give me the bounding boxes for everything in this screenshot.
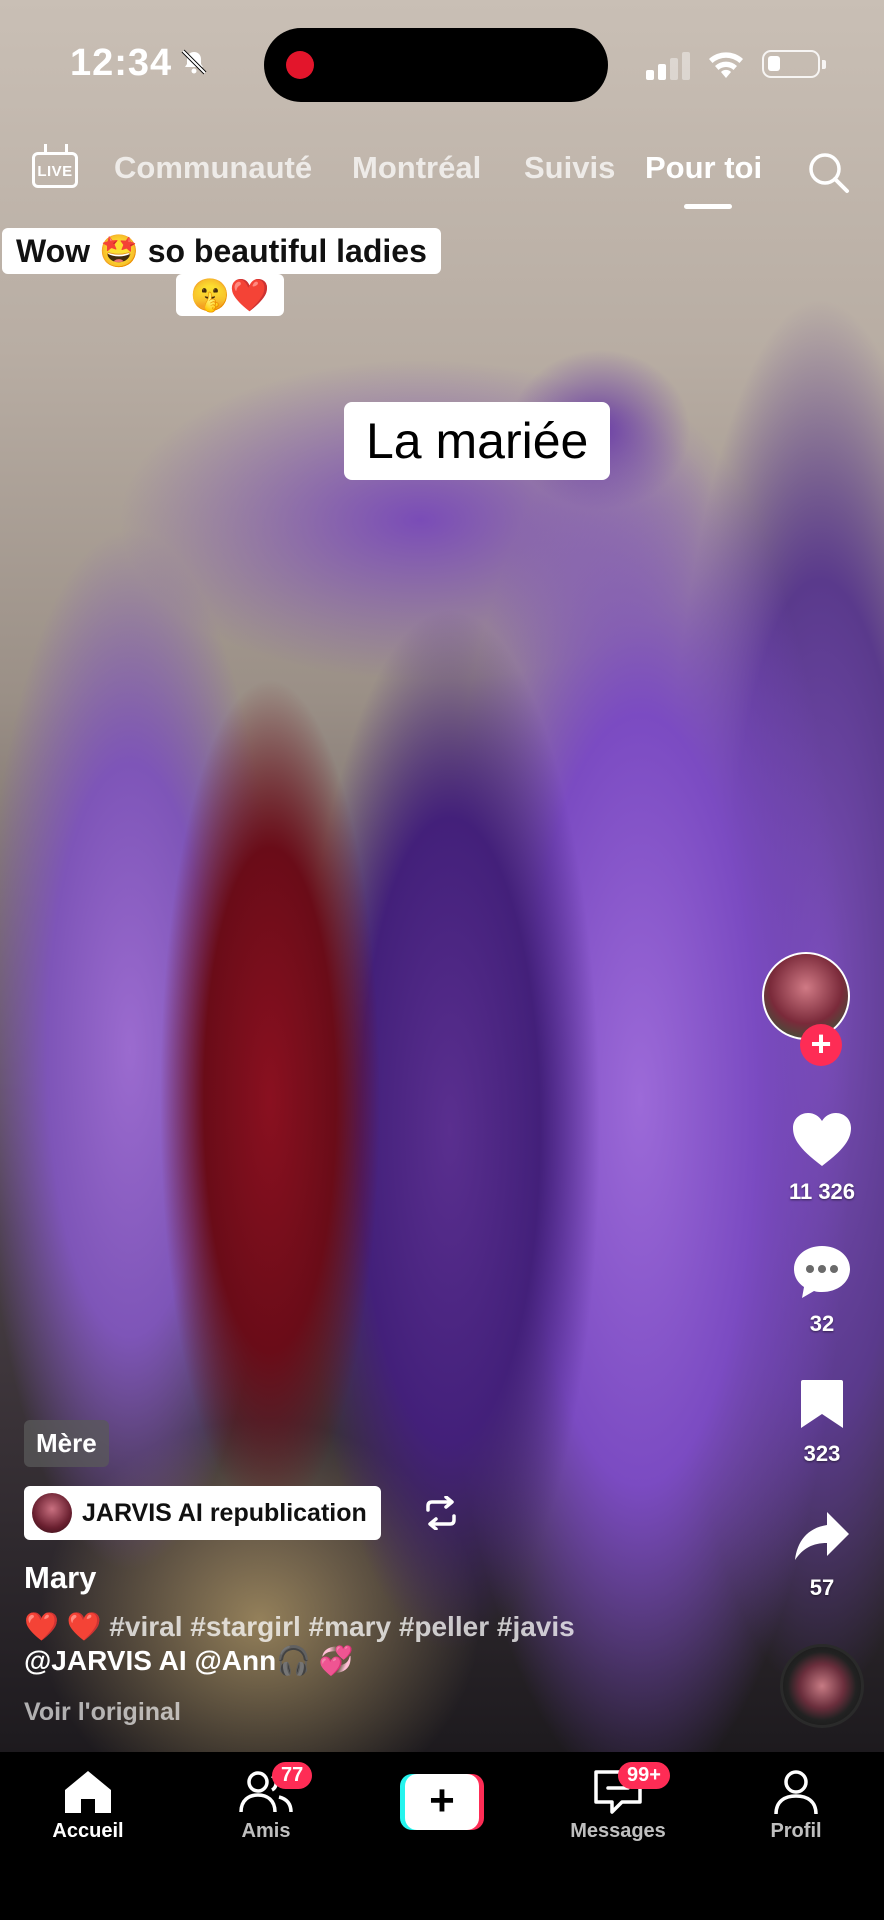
tab-suivis[interactable]: Suivis [524,150,615,186]
author-name[interactable]: Mary [24,1560,96,1596]
save-count: 323 [803,1441,841,1466]
search-icon[interactable] [806,150,850,194]
messages-badge: 99+ [618,1762,670,1789]
nav-profile[interactable]: Profil [716,1768,876,1843]
active-tab-indicator [684,204,732,209]
description-mentions[interactable]: @JARVIS AI @Ann🎧 💞 [24,1645,354,1676]
nav-friends[interactable]: Amis 77 [186,1762,346,1843]
repost-icon[interactable] [422,1496,460,1530]
like-count: 11 326 [788,1179,856,1204]
comment-icon [794,1246,850,1298]
wifi-icon [709,52,743,78]
heart-icon [793,1113,851,1166]
bell-muted-icon [181,49,207,75]
bottom-navigation: Accueil Amis 77 + Messages 99+ Profil [0,1752,884,1920]
nav-profile-label: Profil [770,1820,822,1842]
description-hashtags[interactable]: #viral #stargirl #mary #peller #javis [109,1611,574,1642]
live-icon[interactable]: LIVE [32,144,82,192]
status-time: 12:34 [70,42,173,84]
share-count: 57 [809,1575,835,1600]
nav-home-label: Accueil [52,1820,124,1842]
status-bar: 12:34 [0,0,884,120]
video-overlay-text: La mariée [344,402,611,480]
music-disc-icon[interactable] [780,1644,864,1728]
save-button[interactable]: 323 [780,1378,864,1467]
republish-chip[interactable]: JARVIS AI republication [24,1486,381,1540]
profile-icon [774,1770,818,1815]
recording-indicator-icon [286,51,314,79]
republish-label: JARVIS AI republication [82,1498,367,1527]
like-button[interactable]: 11 326 [780,1112,864,1205]
battery-icon [762,50,826,78]
nav-messages-label: Messages [570,1820,666,1842]
nav-messages[interactable]: Messages 99+ [538,1762,698,1843]
post-description: ❤️ ❤️ #viral #stargirl #mary #peller #ja… [24,1610,674,1678]
nav-home[interactable]: Accueil [8,1768,168,1843]
bookmark-icon [801,1380,843,1428]
tab-communaute[interactable]: Communauté [114,150,312,186]
create-button[interactable]: + [400,1774,484,1830]
tab-montreal[interactable]: Montréal [352,150,481,186]
home-icon [65,1771,111,1813]
plus-icon: + [405,1774,479,1830]
creator-avatar[interactable] [762,952,850,1040]
friends-badge: 77 [272,1762,313,1789]
see-original-link[interactable]: Voir l'original [24,1698,181,1727]
tab-pour-toi[interactable]: Pour toi [645,150,762,186]
cellular-signal-icon [646,52,692,80]
video-caption-line2: 🤫❤️ [176,274,284,316]
follow-plus-button[interactable]: + [800,1024,842,1066]
top-navigation: LIVE Communauté Montréal Suivis Pour toi [0,140,884,209]
share-arrow-icon [795,1512,849,1560]
comment-count: 32 [809,1311,835,1336]
comment-button[interactable]: 32 [780,1244,864,1337]
video-caption-line1: Wow 🤩 so beautiful ladies [2,228,441,274]
nav-friends-label: Amis [241,1820,291,1842]
live-label: LIVE [37,163,73,180]
description-hearts: ❤️ ❤️ [24,1611,102,1642]
republisher-avatar [32,1493,72,1533]
dynamic-island [264,28,608,102]
share-button[interactable]: 57 [780,1510,864,1601]
tag-badge[interactable]: Mère [24,1420,109,1467]
